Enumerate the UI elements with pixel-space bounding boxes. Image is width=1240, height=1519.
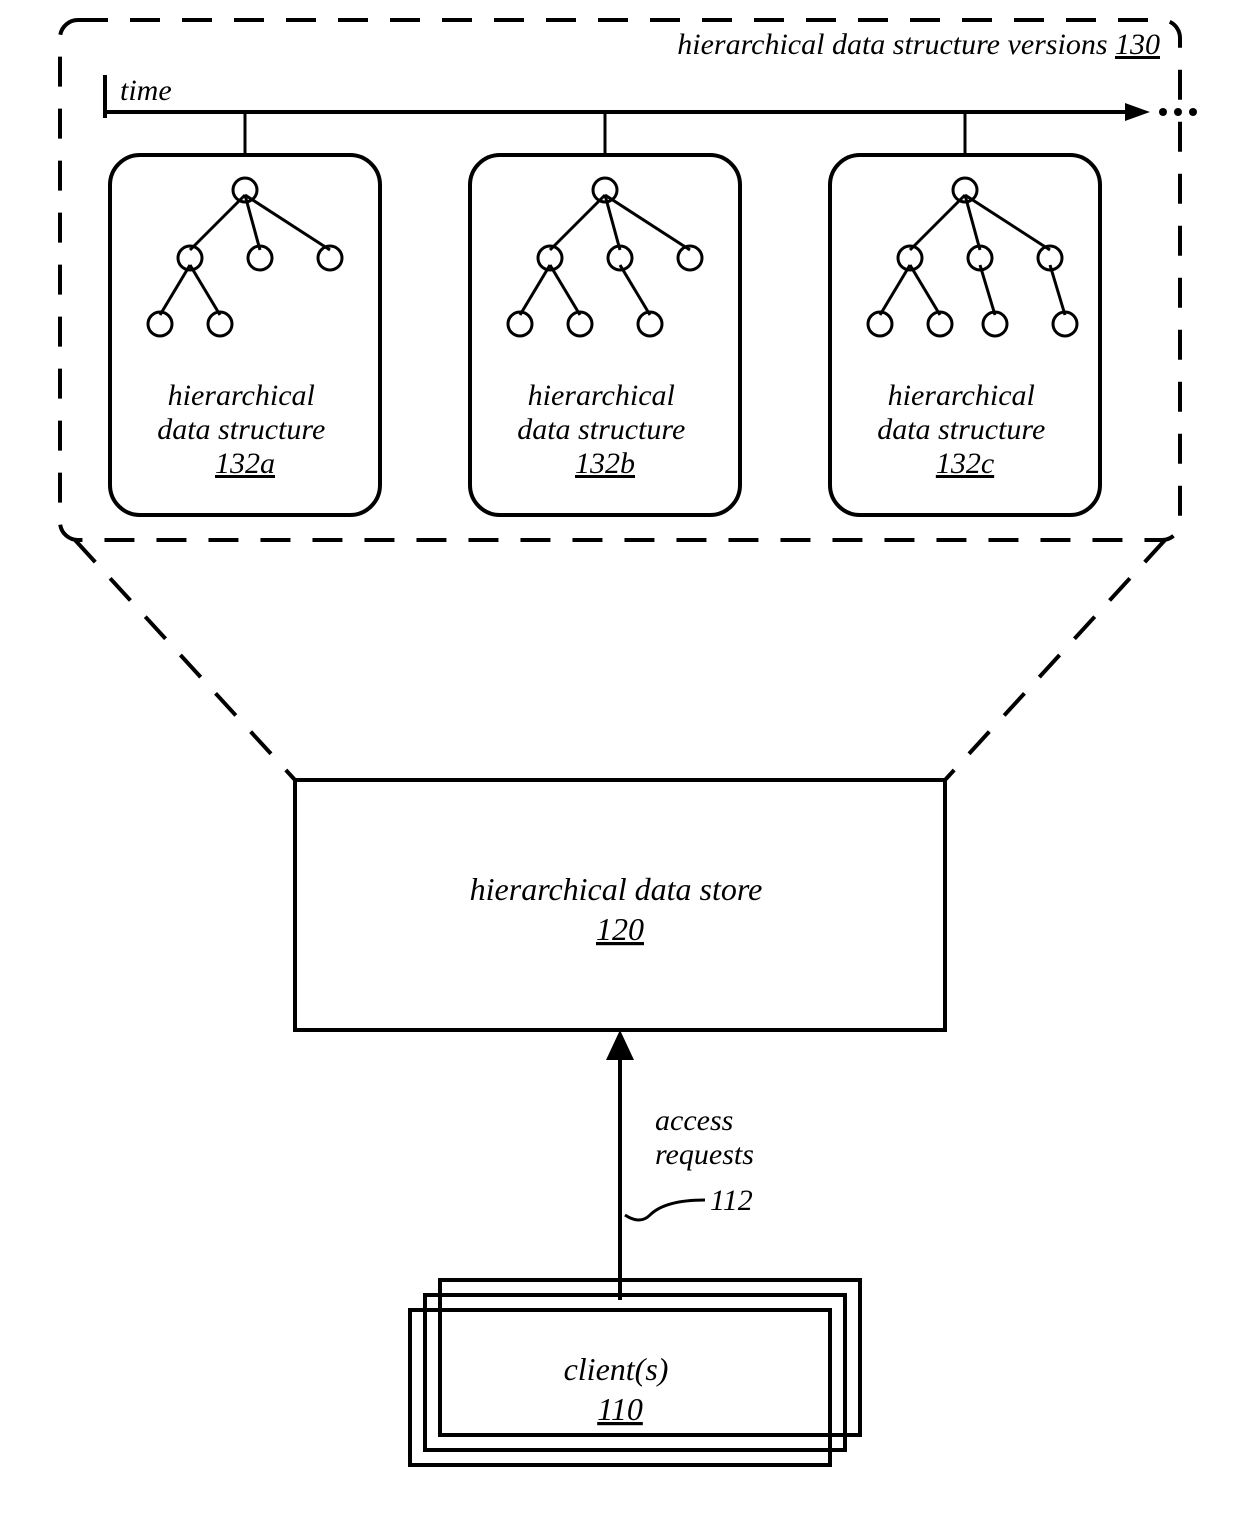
versions-ref: 130 [1115,28,1160,61]
data-store-box: hierarchical data store 120 [295,780,945,1030]
fanline-right [945,540,1165,780]
time-label: time [120,74,172,107]
access-label: access requests [655,1104,754,1171]
versions-title-text: hierarchical data structure versions [677,28,1107,61]
store-label: hierarchical data store [470,871,763,907]
clients-box: client(s) 110 [410,1280,860,1465]
clients-label: client(s) [564,1351,669,1387]
struct-a-label: hierarchical data structure 132a [157,379,333,480]
struct-a-ref: 132a [215,447,275,480]
struct-b-ref: 132b [575,447,635,480]
svg-text:hierarchical data store: hierarchical data store 120 [470,871,771,947]
svg-text:client(s) 110: client(s) 110 [564,1351,677,1427]
versions-box: hierarchical data structure versions 130… [60,20,1197,540]
struct-b-label: hierarchical data structure 132b [517,379,693,480]
access-ref: 112 [710,1184,753,1217]
versions-title: hierarchical data structure versions 130 [677,28,1160,61]
access-arrow: access requests 112 [606,1030,754,1300]
structure-132a: hierarchical data structure 132a [110,155,380,515]
struct-c-ref: 132c [936,447,994,480]
clients-ref: 110 [597,1391,643,1427]
struct-c-label: hierarchical data structure 132c [877,379,1053,480]
structure-132c: hierarchical data structure 132c [830,155,1100,515]
structure-132b: hierarchical data structure 132b [470,155,740,515]
fanline-left [75,540,295,780]
store-ref: 120 [596,911,644,947]
diagram-figure: .stk { stroke:#000; stroke-width:4; fill… [0,0,1240,1519]
